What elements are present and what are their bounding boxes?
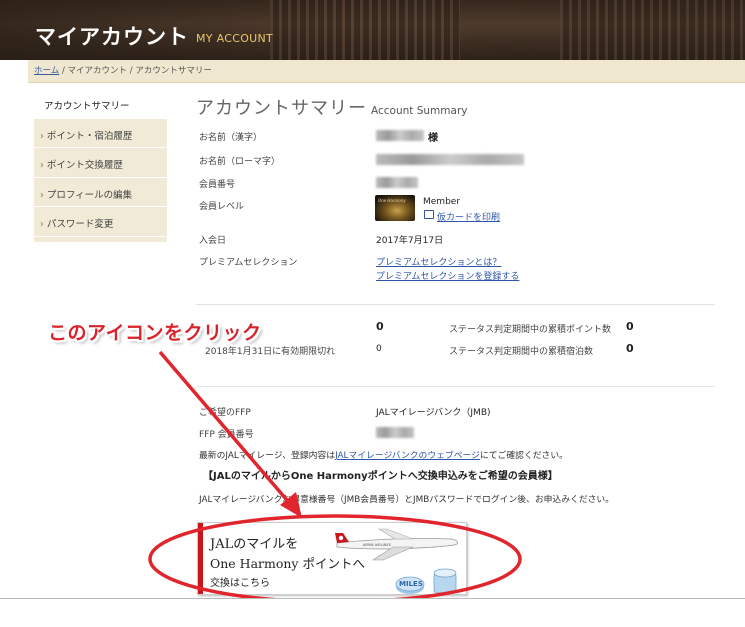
annotation-arrow-line bbox=[158, 350, 294, 508]
annotation-callout: このアイコンをクリック bbox=[48, 322, 262, 344]
annotation-circle bbox=[148, 514, 522, 604]
page: マイアカウント MY ACCOUNT ホーム / マイアカウント / アカウント… bbox=[0, 0, 745, 627]
annotation-overlay bbox=[148, 350, 522, 604]
